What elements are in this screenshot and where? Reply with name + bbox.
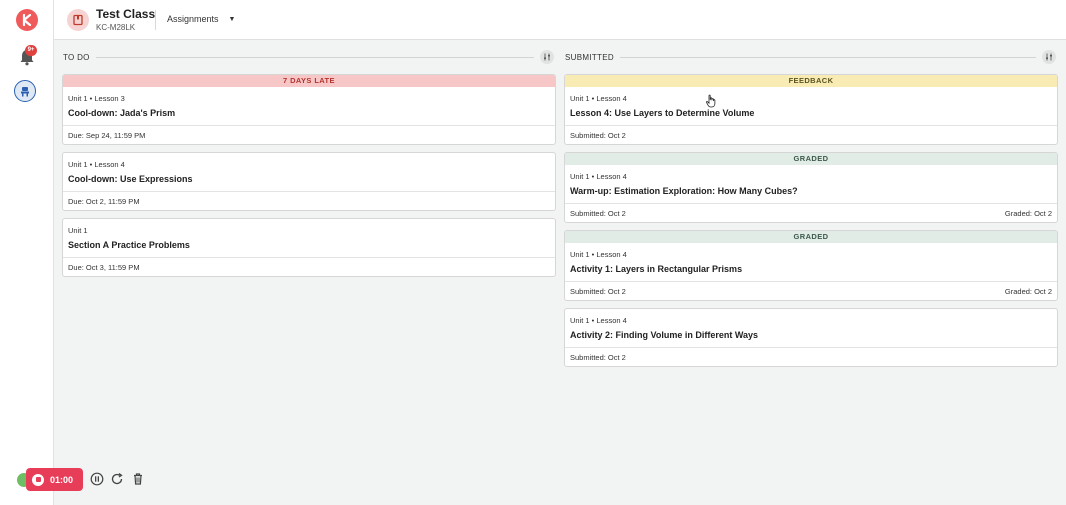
card-title: Cool-down: Jada's Prism <box>68 108 176 118</box>
card-subtitle: Unit 1 • Lesson 4 <box>570 94 627 103</box>
card-subtitle: Unit 1 • Lesson 4 <box>570 250 627 259</box>
card-body: Unit 1 • Lesson 4 Activity 2: Finding Vo… <box>565 309 1057 347</box>
card-footer: Due: Sep 24, 11:59 PM <box>63 125 555 144</box>
card-body: Unit 1 • Lesson 4 Cool-down: Use Express… <box>63 153 555 191</box>
recording-timer: 01:00 <box>50 474 74 485</box>
submitted-column: SUBMITTED FEEDBACK Unit 1 • Lesson 4 Les… <box>564 40 1058 374</box>
card-body: Unit 1 Section A Practice Problems <box>63 219 555 257</box>
card-footer: Submitted: Oct 2 <box>565 347 1057 366</box>
stop-icon <box>32 473 44 486</box>
todo-column-title: TO DO <box>62 52 96 62</box>
status-banner-graded: GRADED <box>565 153 1057 165</box>
card-title: Activity 2: Finding Volume in Different … <box>570 330 759 340</box>
todo-column: TO DO 7 DAYS LATE Unit 1 • Lesson 3 Cool… <box>62 40 556 284</box>
restart-icon[interactable] <box>110 472 124 486</box>
card-subtitle: Unit 1 • Lesson 4 <box>68 160 125 169</box>
status-banner-late: 7 DAYS LATE <box>63 75 555 87</box>
assignment-card[interactable]: GRADED Unit 1 • Lesson 4 Activity 1: Lay… <box>564 230 1058 301</box>
due-date: Due: Oct 2, 11:59 PM <box>68 196 140 206</box>
card-footer: Submitted: Oct 2 Graded: Oct 2 <box>565 281 1057 300</box>
trash-icon[interactable] <box>131 472 145 486</box>
class-code: KC-M28LK <box>96 23 136 32</box>
notification-badge: 9+ <box>25 45 37 56</box>
card-title: Lesson 4: Use Layers to Determine Volume <box>570 108 755 118</box>
status-banner-graded: GRADED <box>565 231 1057 243</box>
class-title: Test Class <box>96 7 156 21</box>
card-footer: Due: Oct 2, 11:59 PM <box>63 191 555 210</box>
card-body: Unit 1 • Lesson 4 Warm-up: Estimation Ex… <box>565 165 1057 203</box>
assignment-card[interactable]: 7 DAYS LATE Unit 1 • Lesson 3 Cool-down:… <box>62 74 556 145</box>
app-logo-icon[interactable] <box>16 9 38 31</box>
submitted-date: Submitted: Oct 2 <box>570 130 626 140</box>
filter-sliders-icon[interactable] <box>540 50 554 64</box>
column-divider <box>564 57 1036 58</box>
header-divider <box>155 10 156 30</box>
status-banner-feedback: FEEDBACK <box>565 75 1057 87</box>
graded-date: Graded: Oct 2 <box>1004 286 1052 296</box>
submitted-column-title: SUBMITTED <box>564 52 620 62</box>
card-body: Unit 1 • Lesson 3 Cool-down: Jada's Pris… <box>63 87 555 125</box>
card-subtitle: Unit 1 • Lesson 4 <box>570 172 627 181</box>
graded-date: Graded: Oct 2 <box>1004 208 1052 218</box>
card-subtitle: Unit 1 <box>68 226 88 235</box>
card-title: Section A Practice Problems <box>68 240 190 250</box>
card-body: Unit 1 • Lesson 4 Activity 1: Layers in … <box>565 243 1057 281</box>
assignment-card[interactable]: Unit 1 • Lesson 4 Activity 2: Finding Vo… <box>564 308 1058 367</box>
assignment-card[interactable]: Unit 1 Section A Practice Problems Due: … <box>62 218 556 277</box>
card-footer: Submitted: Oct 2 Graded: Oct 2 <box>565 203 1057 222</box>
due-date: Due: Sep 24, 11:59 PM <box>68 130 146 140</box>
pause-icon[interactable] <box>90 472 104 486</box>
column-divider <box>62 57 534 58</box>
submitted-date: Submitted: Oct 2 <box>570 352 626 362</box>
caret-down-icon: ▼ <box>228 15 236 23</box>
todo-column-header: TO DO <box>62 40 556 74</box>
assignments-dropdown-label: Assignments <box>167 14 219 24</box>
submitted-date: Submitted: Oct 2 <box>570 208 626 218</box>
filter-sliders-icon[interactable] <box>1042 50 1056 64</box>
card-footer: Submitted: Oct 2 <box>565 125 1057 144</box>
card-subtitle: Unit 1 • Lesson 3 <box>68 94 125 103</box>
top-header: Test Class KC-M28LK Assignments ▼ <box>54 0 1066 40</box>
assignment-card[interactable]: FEEDBACK Unit 1 • Lesson 4 Lesson 4: Use… <box>564 74 1058 145</box>
assignment-card[interactable]: Unit 1 • Lesson 4 Cool-down: Use Express… <box>62 152 556 211</box>
main-board: TO DO 7 DAYS LATE Unit 1 • Lesson 3 Cool… <box>54 40 1066 505</box>
class-book-icon <box>67 9 89 31</box>
card-body: Unit 1 • Lesson 4 Lesson 4: Use Layers t… <box>565 87 1057 125</box>
submitted-column-header: SUBMITTED <box>564 40 1058 74</box>
recording-stop-button[interactable]: 01:00 <box>26 468 83 491</box>
submitted-date: Submitted: Oct 2 <box>570 286 626 296</box>
card-title: Cool-down: Use Expressions <box>68 174 193 184</box>
card-footer: Due: Oct 3, 11:59 PM <box>63 257 555 276</box>
due-date: Due: Oct 3, 11:59 PM <box>68 262 140 272</box>
classroom-icon[interactable] <box>14 80 36 102</box>
left-rail: 9+ <box>0 0 54 505</box>
assignments-dropdown[interactable]: Assignments ▼ <box>167 14 235 24</box>
card-title: Activity 1: Layers in Rectangular Prisms <box>570 264 743 274</box>
screen-recorder-widget: 01:00 <box>17 465 149 493</box>
card-subtitle: Unit 1 • Lesson 4 <box>570 316 627 325</box>
card-title: Warm-up: Estimation Exploration: How Man… <box>570 186 798 196</box>
assignment-card[interactable]: GRADED Unit 1 • Lesson 4 Warm-up: Estima… <box>564 152 1058 223</box>
hand-cursor-icon <box>706 94 716 108</box>
